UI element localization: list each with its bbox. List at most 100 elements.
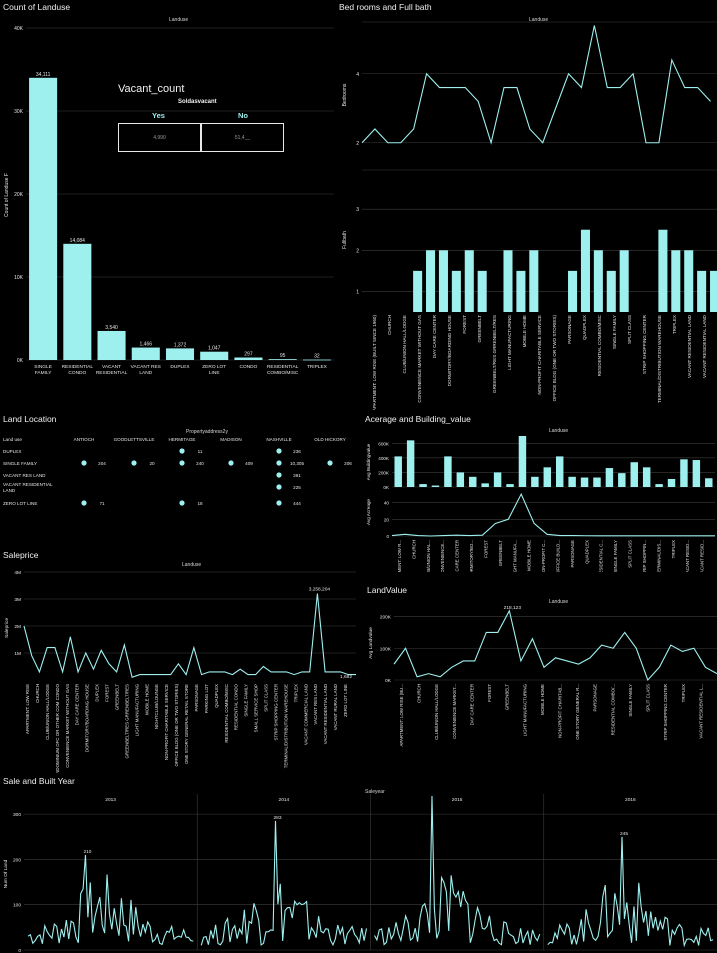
bar [692, 460, 701, 487]
bar [413, 270, 423, 312]
x-tick-label: RESIDENTIAL COMBO/MISC [597, 314, 602, 376]
x-tick-label: CLUB/UNION HALL/LODGE [434, 684, 439, 740]
x-tick-label: LAND [139, 370, 152, 376]
facet-label: 2016 [625, 797, 636, 803]
data-label: 3,258,204 [309, 587, 331, 593]
x-tick-label: CLUB/UNION HALL/LODGE [45, 684, 50, 740]
y-tick-label: 40K [14, 26, 24, 32]
bar [481, 483, 489, 487]
cell-value: 225 [293, 485, 301, 490]
y-tick-label: 0 [18, 948, 21, 953]
vacant-no-header: No [238, 111, 248, 120]
bar [234, 357, 263, 360]
value-dot [228, 460, 234, 466]
y-tick-label: 300 [13, 812, 21, 818]
y-tick-label: 100 [13, 903, 21, 909]
x-tick-label: MOBILE HOME [540, 684, 545, 715]
bar [419, 484, 427, 487]
vacant-count-subtitle: Soldasvacant [178, 99, 217, 105]
cell-value: 204 [98, 461, 106, 466]
bedrooms-bath-chart: 2 4 Bedrooms 1 2 3 Fullbath APARTMENT: LOW RISE… [342, 21, 717, 410]
bar [680, 459, 688, 487]
x-tick-label: TRIPLEX [307, 364, 328, 370]
x-tick-label: CONVENIENCE MARKET... [452, 684, 457, 739]
data-label: 210 [83, 849, 91, 855]
bar [593, 250, 603, 312]
y-tick-label: 1 [356, 289, 359, 295]
x-tick-label: SINGLE FAMILY [613, 540, 618, 572]
data-label: 34,111 [36, 72, 51, 78]
x-tick-label: CONDO [68, 370, 86, 376]
x-tick-label: GREENBELT [498, 540, 503, 567]
cell-value: 236 [293, 449, 301, 454]
x-tick-label: RESIDENTIAL COMBO/MISC [224, 684, 229, 743]
facet-label: 2014 [279, 797, 290, 803]
x-tick-label: TRIPLEX [293, 684, 298, 702]
y-tick-label: 20K [14, 192, 24, 198]
x-tick-label: OFFICE BLDG (ONE OR TWO STORIES) [552, 315, 557, 402]
y-tick-label: 3M [14, 597, 21, 603]
x-tick-label: VACANT RES LAND [313, 684, 318, 725]
bar [431, 485, 440, 487]
x-tick-label: QUADPLEX [214, 684, 219, 708]
y-axis-label: Bedrooms [342, 83, 348, 106]
data-label: 14,084 [70, 238, 86, 244]
vacant-yes-header: Yes [152, 111, 165, 120]
x-tick-label: PARSONAGE [593, 684, 598, 712]
bar [710, 270, 717, 312]
x-tick-label: VACANT RESIDENTIAL L... [698, 684, 703, 739]
x-tick-label: FAMILY [35, 370, 53, 376]
saleprice-panel: Saleprice Landuse 1M 2M 3M 4M Saleprice 3,258… [0, 548, 360, 773]
cell-value: 18 [197, 501, 203, 506]
x-tick-label: SMALL SERVICE SHOP [254, 684, 259, 732]
x-tick-label: DUPLEX [170, 364, 190, 370]
x-tick-label: CONDO [240, 364, 258, 370]
bar [618, 473, 626, 487]
data-label: 3,540 [105, 325, 118, 331]
sales-count-line [374, 795, 541, 946]
x-tick-label: PARKING LOT [204, 684, 209, 714]
y-tick-label: 0K [383, 485, 390, 490]
y-axis-label: Fullbath [342, 231, 348, 249]
x-tick-label: LINE [209, 370, 220, 376]
x-tick-label: DAY CARE CENTER [75, 684, 80, 725]
bar [165, 348, 195, 360]
value-dot [81, 500, 87, 506]
cell-value: 240 [196, 461, 204, 466]
data-label: 1,682 [340, 674, 352, 680]
cell-value: 11 [198, 449, 203, 454]
x-tick-label: TERMINAL/DIS... [656, 540, 661, 572]
column-header: MADISON [220, 437, 241, 442]
bar [493, 472, 502, 487]
x-tick-label: SINGLE FAMILY [612, 315, 617, 349]
x-tick-label: RESIDENTIAL [62, 364, 94, 370]
bar [697, 270, 707, 312]
bar [529, 250, 539, 312]
bar [451, 270, 461, 312]
x-tick-label: APARTMENT: LOW R... [397, 540, 402, 572]
y-tick-label: 30K [14, 109, 24, 115]
bar [506, 484, 514, 487]
value-dot [327, 460, 333, 466]
y-tick-label: 2 [356, 141, 359, 147]
y-axis-label: Num Of Land [3, 859, 9, 888]
row-label: SINGLE FAMILY [3, 461, 37, 466]
x-tick-label: NON-PROFIT CHARITABLE SERVICE [164, 684, 169, 760]
x-tick-label: VACANT RESIDENTIAL LAND [687, 314, 692, 378]
bar [658, 229, 668, 312]
bar [605, 468, 614, 487]
x-tick-label: APARTMENT: LOW RISE (BU... [399, 684, 404, 747]
cell-value: 10,305 [290, 461, 304, 466]
acreage-line [391, 492, 715, 537]
facet-label: 2013 [105, 797, 116, 803]
x-tick-label: STRIP SHOPPING CENTER [642, 314, 647, 374]
x-tick-label: CONDOMINIUM OFC OR OTHER COM CONDO [55, 683, 60, 773]
land-location-panel: Land Location Propertyaddress2y Land use… [0, 412, 360, 547]
x-tick-label: STRIP SHOPPING CENTER [273, 684, 278, 741]
y-tick-label: 200 [13, 857, 21, 863]
column-header: HERMITAGE [169, 437, 196, 442]
x-tick-label: VACANT RESIDENTIAL LAND [702, 314, 707, 378]
acreage-building-chart: 0K 200K 400K 600K Avg Buildingvalue 0 20 40 Avg … [366, 436, 715, 572]
cell-value: 444 [293, 501, 301, 506]
y-tick-label: 0 [386, 534, 389, 539]
